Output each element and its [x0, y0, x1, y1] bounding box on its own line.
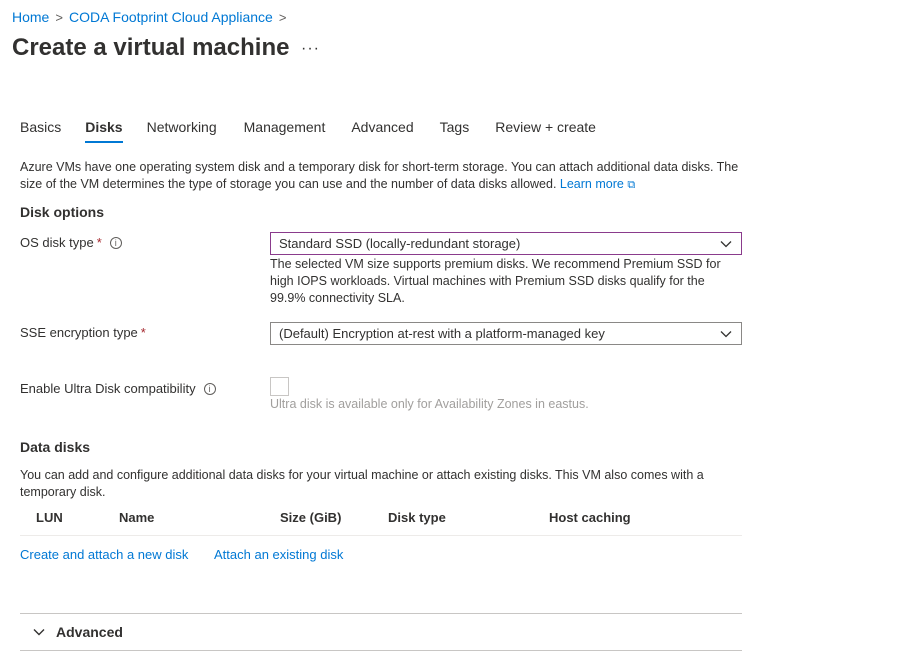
- os-disk-type-label-text: OS disk type: [20, 235, 94, 250]
- chevron-down-icon: [720, 241, 732, 248]
- required-marker: *: [140, 325, 146, 340]
- tab-networking[interactable]: Networking: [147, 119, 217, 143]
- ultra-disk-checkbox[interactable]: [270, 377, 289, 396]
- chevron-right-icon: >: [278, 9, 287, 25]
- sse-encryption-label-text: SSE encryption type: [20, 325, 138, 340]
- column-size: Size (GiB): [280, 510, 342, 525]
- info-icon[interactable]: i: [109, 236, 122, 249]
- column-name: Name: [119, 510, 155, 525]
- disk-options-title: Disk options: [20, 204, 105, 220]
- tab-advanced[interactable]: Advanced: [351, 119, 413, 143]
- chevron-down-icon: [720, 331, 732, 338]
- os-disk-type-label: OS disk type * i: [20, 235, 122, 250]
- intro-text: Azure VMs have one operating system disk…: [20, 159, 750, 194]
- external-link-icon: ⧉: [627, 179, 636, 191]
- breadcrumb-appliance-link[interactable]: CODA Footprint Cloud Appliance: [69, 9, 273, 25]
- tab-management[interactable]: Management: [244, 119, 326, 143]
- advanced-section-label: Advanced: [56, 624, 123, 640]
- os-disk-type-value: Standard SSD (locally-redundant storage): [279, 236, 521, 251]
- data-disks-description: You can add and configure additional dat…: [20, 468, 704, 499]
- learn-more-link[interactable]: Learn more ⧉: [560, 177, 635, 191]
- ultra-disk-label: Enable Ultra Disk compatibility i: [20, 381, 216, 396]
- data-disks-title: Data disks: [20, 439, 91, 455]
- ultra-disk-hint: Ultra disk is available only for Availab…: [270, 397, 589, 411]
- info-icon[interactable]: i: [203, 382, 216, 395]
- chevron-down-icon: [33, 629, 45, 636]
- column-lun: LUN: [36, 510, 63, 525]
- os-disk-type-hint: The selected VM size supports premium di…: [270, 257, 721, 305]
- more-options-icon[interactable]: ···: [301, 40, 320, 58]
- page-title: Create a virtual machine: [12, 34, 290, 61]
- advanced-section-toggle[interactable]: Advanced: [20, 613, 742, 651]
- breadcrumb-home-link[interactable]: Home: [12, 9, 49, 25]
- tab-tags[interactable]: Tags: [440, 119, 470, 143]
- sse-encryption-value: (Default) Encryption at-rest with a plat…: [279, 326, 605, 341]
- column-host-caching: Host caching: [549, 510, 631, 525]
- ultra-disk-label-text: Enable Ultra Disk compatibility: [20, 381, 196, 396]
- create-attach-disk-link[interactable]: Create and attach a new disk: [20, 547, 188, 562]
- sse-encryption-label: SSE encryption type *: [20, 325, 146, 340]
- chevron-right-icon: >: [55, 9, 63, 25]
- tab-bar: Basics Disks Networking Management Advan…: [20, 119, 620, 143]
- required-marker: *: [96, 235, 102, 250]
- tab-basics[interactable]: Basics: [20, 119, 61, 143]
- breadcrumb: Home > CODA Footprint Cloud Appliance >: [12, 9, 292, 25]
- data-disks-table-header: LUN Name Size (GiB) Disk type Host cachi…: [20, 508, 742, 536]
- column-disk-type: Disk type: [388, 510, 446, 525]
- os-disk-type-dropdown[interactable]: Standard SSD (locally-redundant storage): [270, 232, 742, 255]
- sse-encryption-dropdown[interactable]: (Default) Encryption at-rest with a plat…: [270, 322, 742, 345]
- attach-existing-disk-link[interactable]: Attach an existing disk: [214, 547, 343, 562]
- tab-disks[interactable]: Disks: [85, 119, 123, 143]
- tab-review-create[interactable]: Review + create: [495, 119, 596, 143]
- learn-more-label: Learn more: [559, 177, 624, 191]
